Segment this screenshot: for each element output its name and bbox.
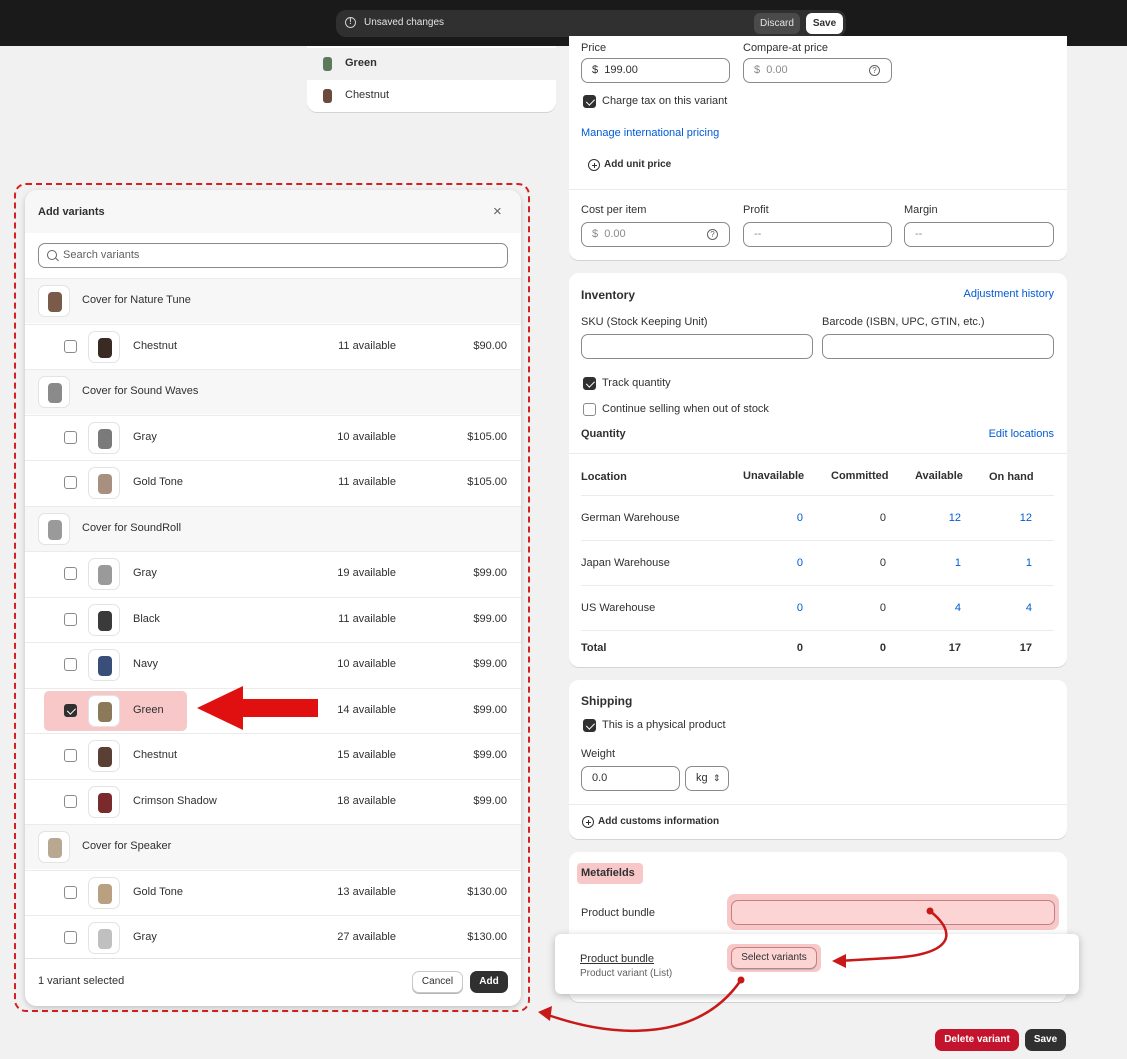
curved-arrow-icon (547, 979, 743, 1032)
curved-arrow-icon (837, 910, 948, 963)
red-arrow-icon (197, 686, 318, 730)
annotation-arrows (197, 686, 948, 1032)
